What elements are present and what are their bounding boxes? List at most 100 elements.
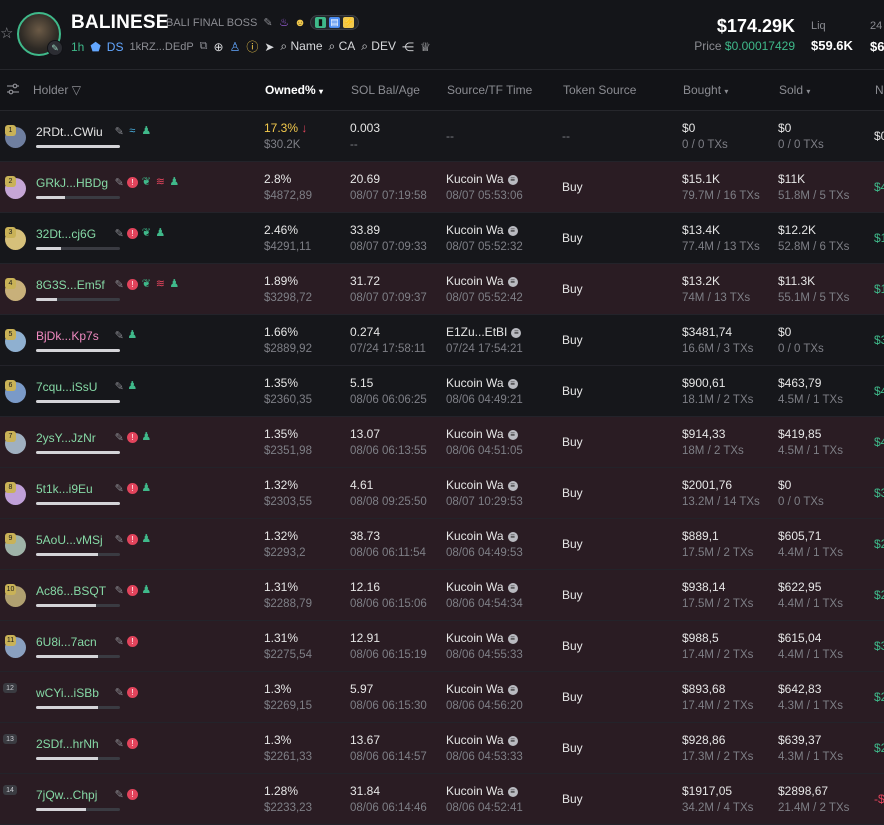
table-row[interactable]: 6 7cqu...iSsU ✎ ♟ 1.35% $2360,35 5.15 08/…	[0, 366, 884, 417]
source-wallet-label: Kucoin Wa	[446, 427, 504, 441]
source-wallet[interactable]: Kucoin Wa ≡	[446, 274, 518, 288]
edit-pencil-icon[interactable]: ✎	[262, 17, 274, 29]
holder-address[interactable]: wCYi...iSBb	[36, 686, 99, 700]
table-row[interactable]: 7 2ysY...JzNr ✎! ♟ 1.35% $2351,98 13.07 0…	[0, 417, 884, 468]
edit-pencil-icon[interactable]: ✎	[115, 533, 124, 546]
source-wallet[interactable]: Kucoin Wa ≡	[446, 580, 518, 594]
sol-age: --	[350, 139, 358, 151]
source-wallet[interactable]: Kucoin Wa ≡	[446, 682, 518, 696]
source-wallet[interactable]: Kucoin Wa ≡	[446, 478, 518, 492]
filter-icon[interactable]: ▽	[72, 83, 81, 97]
source-wallet[interactable]: Kucoin Wa ≡	[446, 784, 518, 798]
copy-icon[interactable]: ⧉	[200, 40, 208, 53]
holder-address[interactable]: 6U8i...7acn	[36, 635, 97, 649]
source-wallet[interactable]: --	[446, 129, 454, 143]
col-sold[interactable]: Sold ▾	[779, 83, 810, 97]
table-row[interactable]: 10 Ac86...BSQT ✎! ♟ 1.31% $2288,79 12.16 …	[0, 570, 884, 621]
table-row[interactable]: 8 5t1k...i9Eu ✎! ♟ 1.32% $2303,55 4.61 08…	[0, 468, 884, 519]
owned-percent: 2.46%	[264, 223, 298, 237]
user-icon[interactable]: ♙	[230, 40, 241, 54]
bought-usd: $2001,76	[682, 478, 733, 492]
edit-pencil-icon[interactable]: ✎	[115, 431, 124, 444]
col-next[interactable]: N	[875, 83, 884, 97]
source-wallet[interactable]: Kucoin Wa ≡	[446, 631, 518, 645]
col-holder[interactable]: Holder ▽	[33, 83, 81, 97]
share-icon[interactable]: ⋲	[402, 40, 414, 54]
social-pill[interactable]: ▮ ▤ ⚡	[310, 15, 359, 30]
token-subtitle: BALI FINAL BOSS	[166, 17, 258, 29]
table-row[interactable]: 1 2RDt...CWiu ✎ ≈ ♟ 17.3% ↓ $30.2K 0.003 -…	[0, 111, 884, 162]
col-sol[interactable]: SOL Bal/Age	[351, 83, 420, 97]
edit-pencil-icon[interactable]: ✎	[115, 176, 124, 189]
table-row[interactable]: 14 7jQw...Chpj ✎! 1.28% $2233,23 31.84 0…	[0, 774, 884, 825]
col-token-source[interactable]: Token Source	[563, 83, 636, 97]
source-wallet[interactable]: Kucoin Wa ≡	[446, 427, 518, 441]
sold-usd: $0	[778, 325, 792, 339]
owned-usd: $2351,98	[264, 445, 312, 457]
col-bought[interactable]: Bought ▾	[683, 83, 728, 97]
edit-pencil-icon[interactable]: ✎	[115, 380, 124, 393]
warning-icon[interactable]: ⓘ	[246, 38, 258, 55]
edit-pencil-icon[interactable]: ✎	[115, 584, 124, 597]
table-row[interactable]: 2 GRkJ...HBDg ✎! ❦ ≋ ♟ 2.8% $4872,89 20.69 …	[0, 162, 884, 213]
edit-avatar-icon[interactable]: ✎	[47, 40, 63, 56]
table-row[interactable]: 11 6U8i...7acn ✎! 1.31% $2275,54 12.91 0…	[0, 621, 884, 672]
holder-address[interactable]: 7jQw...Chpj	[36, 788, 97, 802]
source-wallet[interactable]: Kucoin Wa ≡	[446, 529, 518, 543]
holder-address[interactable]: 5AoU...vMSj	[36, 533, 103, 547]
col-source[interactable]: Source/TF Time	[447, 83, 532, 97]
holder-tags: ✎! ♟	[115, 584, 152, 598]
holder-address[interactable]: 2RDt...CWiu	[36, 125, 103, 139]
owned-usd: $3298,72	[264, 292, 312, 304]
sol-age: 08/07 07:09:37	[350, 292, 427, 304]
edit-pencil-icon[interactable]: ✎	[115, 686, 124, 699]
source-wallet[interactable]: Kucoin Wa ≡	[446, 376, 518, 390]
search-name-link[interactable]: ⌕ Name	[280, 39, 322, 54]
holder-address[interactable]: GRkJ...HBDg	[36, 176, 108, 190]
holder-address[interactable]: 2ysY...JzNr	[36, 431, 96, 445]
telegram-icon[interactable]: ➤	[264, 40, 274, 54]
edit-pencil-icon[interactable]: ✎	[115, 278, 124, 291]
holder-address[interactable]: 32Dt...cj6G	[36, 227, 96, 241]
table-row[interactable]: 12 wCYi...iSBb ✎! 1.3% $2269,15 5.97 08/…	[0, 672, 884, 723]
edit-pencil-icon[interactable]: ✎	[115, 482, 124, 495]
col-owned[interactable]: Owned% ▾	[265, 83, 323, 97]
holder-address[interactable]: Ac86...BSQT	[36, 584, 106, 598]
holder-address[interactable]: BjDk...Kp7s	[36, 329, 99, 343]
table-row[interactable]: 9 5AoU...vMSj ✎! ♟ 1.32% $2293,2 38.73 08…	[0, 519, 884, 570]
table-row[interactable]: 3 32Dt...cj6G ✎! ❦ ♟ 2.46% $4291,11 33.89 …	[0, 213, 884, 264]
edit-pencil-icon[interactable]: ✎	[115, 737, 124, 750]
table-row[interactable]: 4 8G3S...Em5f ✎! ❦ ≋ ♟ 1.89% $3298,72 31.72…	[0, 264, 884, 315]
source-wallet[interactable]: Kucoin Wa ≡	[446, 223, 518, 237]
source-wallet[interactable]: Kucoin Wa ≡	[446, 172, 518, 186]
holder-address[interactable]: 8G3S...Em5f	[36, 278, 105, 292]
source-wallet-label: Kucoin Wa	[446, 376, 504, 390]
search-ca-link[interactable]: ⌕ CA	[329, 39, 356, 54]
source-wallet[interactable]: E1Zu...EtBI ≡	[446, 325, 522, 339]
pnl-value: $3	[874, 639, 884, 653]
source-time: 08/07 05:53:06	[446, 190, 523, 202]
source-wallet[interactable]: Kucoin Wa ≡	[446, 733, 518, 747]
edit-pencil-icon[interactable]: ✎	[115, 227, 124, 240]
holder-tags: ✎ ♟	[115, 380, 138, 394]
favorite-star-icon[interactable]: ☆	[0, 24, 13, 42]
search-dev-link[interactable]: ⌕ DEV	[361, 39, 396, 54]
holder-address[interactable]: 2SDf...hrNh	[36, 737, 99, 751]
edit-pencil-icon[interactable]: ✎	[115, 329, 124, 342]
source-time: 08/06 04:54:34	[446, 598, 523, 610]
token-source: Buy	[562, 384, 583, 398]
table-row[interactable]: 13 2SDf...hrNh ✎! 1.3% $2261,33 13.67 08…	[0, 723, 884, 774]
crown-icon[interactable]: ♕	[420, 40, 431, 54]
holder-address[interactable]: 5t1k...i9Eu	[36, 482, 93, 496]
sol-age: 08/07 07:19:58	[350, 190, 427, 202]
globe-icon[interactable]: ⊕	[214, 40, 224, 54]
holder-address[interactable]: 7cqu...iSsU	[36, 380, 97, 394]
table-row[interactable]: 5 BjDk...Kp7s ✎ ♟ 1.66% $2889,92 0.274 07…	[0, 315, 884, 366]
holding-bar	[36, 655, 120, 658]
settings-sliders-icon[interactable]	[6, 82, 20, 96]
edit-pencil-icon[interactable]: ✎	[115, 788, 124, 801]
sold-txs: 55.1M / 5 TXs	[778, 292, 850, 304]
edit-pencil-icon[interactable]: ✎	[115, 125, 124, 138]
edit-pencil-icon[interactable]: ✎	[115, 635, 124, 648]
bought-usd: $988,5	[682, 631, 719, 645]
